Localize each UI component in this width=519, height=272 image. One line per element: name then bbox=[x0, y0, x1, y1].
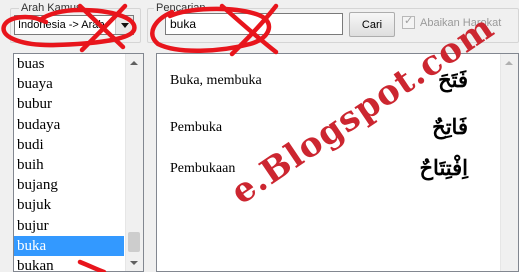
list-item[interactable]: bubur bbox=[14, 94, 124, 114]
dictionary-direction-label: Arah Kamus bbox=[19, 2, 84, 14]
list-item[interactable]: buih bbox=[14, 155, 124, 175]
dictionary-direction-select[interactable]: Indonesia -> Arab bbox=[14, 15, 134, 35]
translation-results: Buka, membuka فَتَحَ Pembuka فَاتِحٌ Pem… bbox=[156, 53, 519, 272]
word-list-scrollbar[interactable] bbox=[125, 54, 143, 271]
ignore-harakat-checkbox[interactable]: ✓ Abaikan Harokat bbox=[402, 15, 502, 29]
scroll-up-icon[interactable] bbox=[501, 54, 517, 71]
list-item[interactable]: buas bbox=[14, 54, 124, 74]
word-list[interactable]: buas buaya bubur budaya budi buih bujang… bbox=[13, 53, 144, 272]
word-list-items: buas buaya bubur budaya budi buih bujang… bbox=[14, 54, 143, 271]
result-arabic: فَتَحَ bbox=[438, 67, 468, 92]
result-row: Pembukaan اِفْتِتَاحٌ bbox=[157, 155, 518, 183]
list-item[interactable]: bukan bbox=[14, 256, 124, 271]
list-item[interactable]: bujur bbox=[14, 216, 124, 236]
scroll-up-icon[interactable] bbox=[126, 54, 142, 71]
search-input[interactable] bbox=[165, 13, 343, 35]
list-item[interactable]: buaya bbox=[14, 74, 124, 94]
result-row: Pembuka فَاتِحٌ bbox=[157, 114, 518, 142]
dictionary-direction-value: Indonesia -> Arab bbox=[18, 19, 105, 31]
results-scrollbar[interactable] bbox=[500, 54, 518, 271]
ignore-harakat-label: Abaikan Harokat bbox=[420, 16, 502, 29]
list-item[interactable]: budi bbox=[14, 135, 124, 155]
list-item[interactable]: budaya bbox=[14, 115, 124, 135]
scroll-down-icon[interactable] bbox=[126, 254, 142, 271]
list-item[interactable]: bujuk bbox=[14, 195, 124, 215]
chevron-down-icon[interactable] bbox=[115, 16, 133, 34]
scrollbar-thumb[interactable] bbox=[128, 232, 140, 252]
result-indonesian: Buka, membuka bbox=[170, 73, 262, 88]
result-indonesian: Pembuka bbox=[170, 120, 223, 135]
result-arabic: فَاتِحٌ bbox=[432, 114, 468, 139]
checkbox-icon[interactable]: ✓ bbox=[402, 15, 415, 29]
search-button[interactable]: Cari bbox=[349, 12, 395, 37]
result-indonesian: Pembukaan bbox=[170, 161, 236, 176]
result-row: Buka, membuka فَتَحَ bbox=[157, 67, 518, 95]
list-item[interactable]: bujang bbox=[14, 175, 124, 195]
result-arabic: اِفْتِتَاحٌ bbox=[419, 155, 468, 180]
list-item[interactable]: buka bbox=[14, 235, 124, 256]
